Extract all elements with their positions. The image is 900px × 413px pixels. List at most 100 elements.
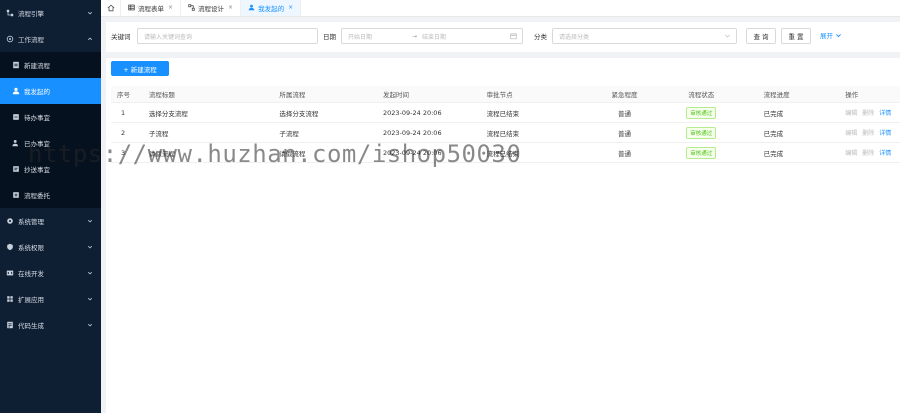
- cell-progress: 已完成: [763, 149, 784, 158]
- edit-button[interactable]: 编辑: [845, 130, 857, 137]
- detail-link[interactable]: 详情: [879, 130, 891, 137]
- delete-button[interactable]: 删除: [862, 150, 874, 157]
- filter-bar: 关键词 请输入关键词查询 日期 开始日期 → 结束日期 分类 请选择分类 查 询…: [106, 22, 900, 50]
- col-header: 流程状态: [688, 91, 715, 99]
- sidebar-item-my-started[interactable]: 我发起的: [0, 78, 101, 104]
- cc-icon: [12, 165, 20, 173]
- sidebar-item-flow-engine[interactable]: 流程引擎: [0, 0, 101, 26]
- edit-button[interactable]: 编辑: [845, 110, 857, 117]
- date-range-picker[interactable]: 开始日期 → 结束日期: [341, 28, 523, 44]
- cell-status: 审核通过: [659, 106, 744, 119]
- tab-label: 流程设计: [198, 4, 225, 13]
- chevron-down-icon: [87, 271, 93, 275]
- sidebar-item-todo[interactable]: 待办事宜: [0, 104, 101, 130]
- table-icon: [128, 4, 135, 11]
- col-header: 序号: [117, 91, 130, 99]
- sidebar: 流程引擎 工作流程 新建流程 我发起的 待办事宜 已办事宜 抄送事宜 流程委托 …: [0, 0, 101, 413]
- sidebar-item-new-flow[interactable]: 新建流程: [0, 52, 101, 78]
- home-icon: [107, 4, 114, 11]
- expand-toggle[interactable]: 展开: [820, 30, 842, 40]
- chevron-up-icon: [87, 37, 93, 41]
- cell-node: 流程已结束: [486, 129, 520, 138]
- sidebar-item-label: 待办事宜: [24, 114, 50, 122]
- col-header: 操作: [845, 91, 859, 99]
- query-button[interactable]: 查 询: [746, 28, 776, 44]
- close-icon[interactable]: ×: [228, 4, 233, 11]
- workflow-icon: [6, 35, 14, 43]
- detail-link[interactable]: 详情: [879, 150, 891, 157]
- sidebar-item-label: 新建流程: [24, 62, 50, 70]
- main-content: 关键词 请输入关键词查询 日期 开始日期 → 结束日期 分类 请选择分类 查 询…: [106, 22, 900, 413]
- cell-title: 请假流程: [148, 149, 175, 158]
- cell-flow: 请假流程: [279, 149, 306, 158]
- detail-link[interactable]: 详情: [879, 110, 891, 117]
- sidebar-item-extensions[interactable]: 扩展应用: [0, 286, 101, 312]
- end-date-placeholder: 结束日期: [422, 33, 447, 41]
- sidebar-item-workflow[interactable]: 工作流程: [0, 26, 101, 52]
- sidebar-item-label: 代码生成: [18, 322, 44, 330]
- cell-no: 1: [121, 108, 126, 117]
- generate-icon: [6, 321, 14, 329]
- tab-label: 我发起的: [258, 4, 285, 13]
- sidebar-item-label: 扩展应用: [18, 296, 44, 304]
- table-row[interactable]: 3 请假流程 请假流程 2023-09-24 20:06 流程已结束 普通 审核…: [111, 143, 900, 163]
- cell-time: 2023-09-24 20:06: [383, 108, 442, 117]
- sidebar-item-label: 系统管理: [18, 218, 44, 226]
- category-select[interactable]: 请选择分类: [552, 28, 737, 44]
- table-row[interactable]: 2 子流程 子流程 2023-09-24 20:06 流程已结束 普通 审核通过…: [111, 123, 900, 143]
- sidebar-item-codegen[interactable]: 代码生成: [0, 312, 101, 338]
- sidebar-item-label: 系统权限: [18, 244, 44, 252]
- sidebar-item-done[interactable]: 已办事宜: [0, 130, 101, 156]
- new-doc-icon: [12, 61, 20, 69]
- category-label: 分类: [534, 33, 547, 41]
- flow-table: 序号 流程标题 所属流程 发起时间 审批节点 紧急程度 流程状态 流程进度 操作…: [111, 86, 900, 163]
- sidebar-item-label: 流程委托: [24, 192, 50, 200]
- sidebar-item-label: 流程引擎: [18, 10, 44, 18]
- table-row[interactable]: 1 选择分支流程 选择分支流程 2023-09-24 20:06 流程已结束 普…: [111, 103, 900, 123]
- sidebar-item-label: 我发起的: [24, 88, 50, 96]
- sidebar-item-delegate[interactable]: 流程委托: [0, 182, 101, 208]
- cell-flow: 子流程: [279, 129, 299, 138]
- status-badge: 审核通过: [686, 146, 717, 159]
- sidebar-item-label: 工作流程: [18, 36, 44, 44]
- delete-button[interactable]: 删除: [862, 130, 874, 137]
- sidebar-item-label: 已办事宜: [24, 140, 50, 148]
- sidebar-item-cc[interactable]: 抄送事宜: [0, 156, 101, 182]
- shield-icon: [6, 243, 14, 251]
- cell-status: 审核通过: [659, 146, 744, 159]
- cell-node: 流程已结束: [486, 149, 520, 158]
- cell-ops: 编辑 删除 详情: [845, 148, 900, 157]
- sidebar-item-label: 抄送事宜: [24, 166, 50, 174]
- sidebar-submenu: 新建流程 我发起的 待办事宜 已办事宜 抄送事宜 流程委托: [0, 52, 101, 208]
- cell-no: 3: [121, 148, 126, 157]
- edit-button[interactable]: 编辑: [845, 150, 857, 157]
- sidebar-item-system-manage[interactable]: 系统管理: [0, 208, 101, 234]
- close-icon[interactable]: ×: [288, 4, 293, 11]
- sidebar-item-system-permission[interactable]: 系统权限: [0, 234, 101, 260]
- chevron-down-icon: [725, 34, 730, 38]
- table-header: 序号 流程标题 所属流程 发起时间 审批节点 紧急程度 流程状态 流程进度 操作: [111, 86, 900, 103]
- cell-status: 审核通过: [659, 126, 744, 139]
- home-tab[interactable]: [101, 0, 121, 16]
- col-header: 审批节点: [486, 91, 513, 99]
- delete-button[interactable]: 删除: [862, 110, 874, 117]
- tab-flow-form[interactable]: 流程表单 ×: [121, 0, 182, 16]
- tab-flow-design[interactable]: 流程设计 ×: [181, 0, 242, 16]
- calendar-icon: [510, 33, 517, 40]
- keyword-label: 关键词: [111, 33, 131, 41]
- reset-button[interactable]: 重 置: [781, 28, 811, 44]
- close-icon[interactable]: ×: [168, 4, 173, 11]
- col-header: 流程进度: [763, 91, 790, 99]
- code-icon: [6, 269, 14, 277]
- keyword-input[interactable]: 请输入关键词查询: [137, 28, 318, 44]
- done-icon: [12, 139, 20, 147]
- user-icon: [248, 4, 255, 11]
- design-icon: [188, 4, 195, 11]
- tab-my-started[interactable]: 我发起的 ×: [241, 0, 302, 16]
- chevron-down-icon: [87, 297, 93, 301]
- status-badge: 审核通过: [686, 106, 717, 119]
- puzzle-icon: [6, 295, 14, 303]
- new-flow-button[interactable]: + 新建流程: [111, 61, 169, 76]
- cell-ops: 编辑 删除 详情: [845, 128, 900, 137]
- sidebar-item-online-dev[interactable]: 在线开发: [0, 260, 101, 286]
